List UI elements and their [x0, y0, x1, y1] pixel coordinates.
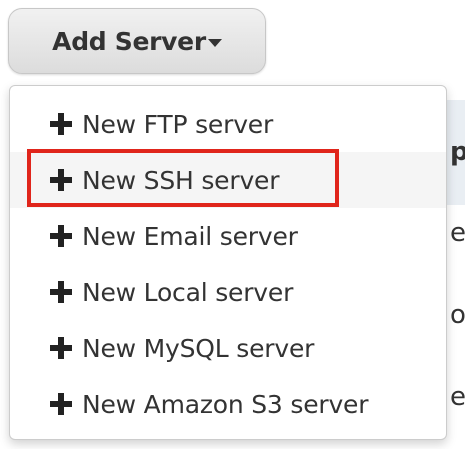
- menu-item-new-amazon-s3-server[interactable]: New Amazon S3 server: [10, 376, 446, 432]
- plus-icon: [50, 113, 72, 135]
- background-text-fragment: or: [450, 300, 465, 330]
- menu-item-new-ftp-server[interactable]: New FTP server: [10, 96, 446, 152]
- background-text-fragment: er: [450, 218, 465, 248]
- add-server-label: Add Server: [52, 26, 206, 56]
- plus-icon: [50, 337, 72, 359]
- plus-icon: [50, 225, 72, 247]
- add-server-button[interactable]: Add Server: [8, 8, 266, 74]
- caret-down-icon: [207, 39, 222, 47]
- menu-item-new-ssh-server[interactable]: New SSH server: [10, 152, 446, 208]
- menu-item-label: New Local server: [82, 277, 294, 307]
- background-text-fragment: e: [450, 382, 465, 412]
- menu-item-label: New MySQL server: [82, 333, 315, 363]
- plus-icon: [50, 281, 72, 303]
- add-server-dropdown-menu: New FTP server New SSH server New Email …: [9, 85, 447, 440]
- menu-item-new-mysql-server[interactable]: New MySQL server: [10, 320, 446, 376]
- menu-item-label: New Amazon S3 server: [82, 389, 369, 419]
- menu-item-label: New FTP server: [82, 109, 274, 139]
- menu-item-label: New Email server: [82, 221, 298, 251]
- stage: p er or e Add Server New FTP server New …: [0, 0, 465, 449]
- plus-icon: [50, 393, 72, 415]
- background-text-fragment: p: [450, 137, 465, 167]
- menu-item-new-email-server[interactable]: New Email server: [10, 208, 446, 264]
- plus-icon: [50, 169, 72, 191]
- menu-item-label: New SSH server: [82, 165, 280, 195]
- menu-item-new-local-server[interactable]: New Local server: [10, 264, 446, 320]
